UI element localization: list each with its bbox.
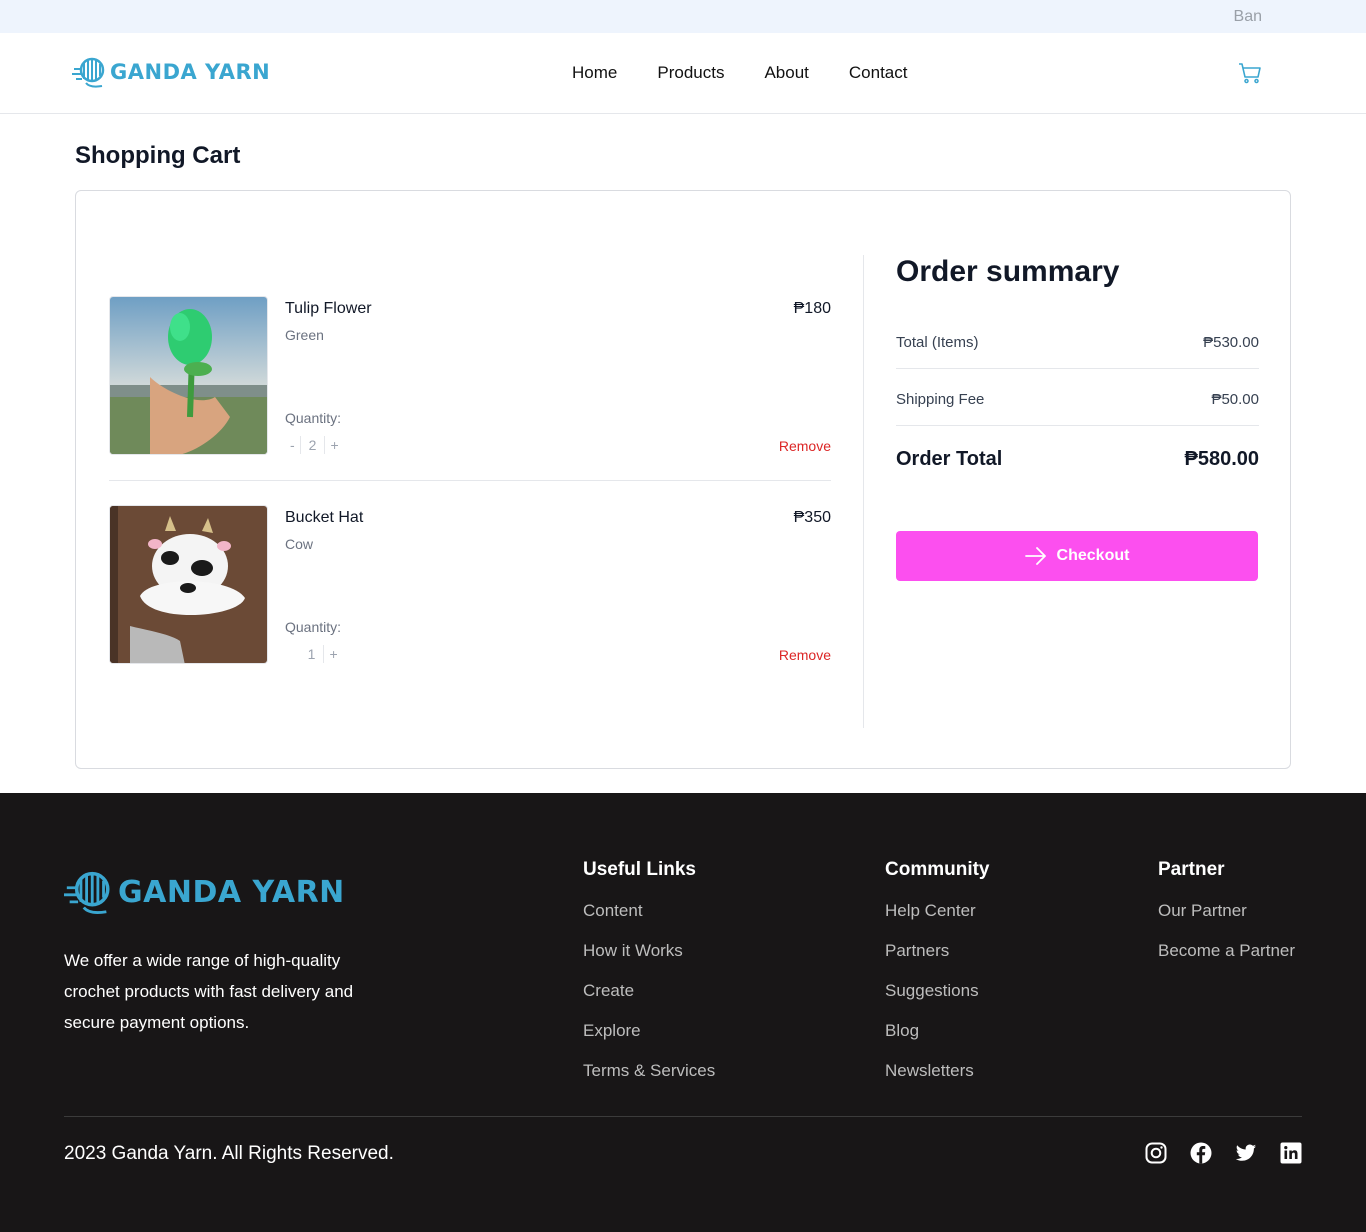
footer-column-useful-links: Useful Links Content How it Works Create…: [583, 859, 715, 1101]
panel-divider: [863, 255, 864, 728]
instagram-icon[interactable]: [1145, 1142, 1167, 1164]
increase-quantity-button[interactable]: +: [324, 645, 342, 663]
footer-link[interactable]: How it Works: [583, 941, 715, 981]
nav-contact[interactable]: Contact: [849, 63, 908, 83]
brand-logo[interactable]: GANDA YARN: [72, 55, 270, 89]
copyright-text: 2023 Ganda Yarn. All Rights Reserved.: [64, 1143, 394, 1164]
increase-quantity-button[interactable]: +: [325, 436, 343, 454]
footer-link[interactable]: Partners: [885, 941, 990, 981]
quantity-label: Quantity:: [285, 619, 342, 635]
top-bar: Ban: [0, 0, 1366, 33]
arrow-right-icon: [1024, 547, 1046, 565]
nav-products[interactable]: Products: [657, 63, 724, 83]
product-image-bucket-hat[interactable]: [109, 505, 268, 664]
item-variant: Green: [285, 327, 324, 343]
item-variant: Cow: [285, 536, 314, 552]
checkout-button[interactable]: Checkout: [896, 531, 1258, 581]
footer-column-title: Community: [885, 859, 990, 880]
product-image-tulip-flower[interactable]: [109, 296, 268, 455]
nav-home[interactable]: Home: [572, 63, 617, 83]
footer-link[interactable]: Suggestions: [885, 981, 990, 1021]
shopping-cart-icon[interactable]: [1238, 62, 1262, 84]
social-links: [1145, 1142, 1302, 1164]
quantity-stepper: - 2 +: [285, 436, 344, 454]
footer-link[interactable]: Our Partner: [1158, 901, 1295, 941]
footer-link[interactable]: Newsletters: [885, 1061, 990, 1101]
footer-brand-name: GANDA YARN: [118, 874, 345, 910]
quantity-label: Quantity:: [285, 410, 342, 426]
footer-description: We offer a wide range of high-quality cr…: [64, 951, 354, 1032]
order-summary-title: Order summary: [896, 255, 1120, 288]
twitter-icon[interactable]: [1235, 1142, 1257, 1164]
quantity-stepper: - 1 +: [285, 645, 343, 663]
remove-item-button[interactable]: Remove: [779, 438, 831, 454]
yarn-ball-icon: [72, 57, 105, 88]
item-name: Bucket Hat: [285, 509, 364, 526]
brand-name: GANDA YARN: [110, 60, 271, 84]
footer-link[interactable]: Explore: [583, 1021, 715, 1061]
footer-link[interactable]: Terms & Services: [583, 1061, 715, 1101]
footer-link[interactable]: Become a Partner: [1158, 941, 1295, 981]
order-total-label: Order Total: [896, 448, 1003, 470]
total-items-label: Total (Items): [896, 334, 979, 351]
footer-link[interactable]: Help Center: [885, 901, 990, 941]
page-title: Shopping Cart: [75, 142, 241, 169]
linkedin-icon[interactable]: [1280, 1142, 1302, 1164]
remove-item-button[interactable]: Remove: [779, 647, 831, 663]
footer-column-community: Community Help Center Partners Suggestio…: [885, 859, 990, 1101]
order-total-row: Order Total ₱580.00: [896, 426, 1259, 483]
footer-divider: [64, 1116, 1302, 1117]
shipping-fee-row: Shipping Fee ₱50.00: [896, 369, 1259, 426]
order-summary: Order summary Total (Items) ₱530.00 Ship…: [896, 255, 1259, 581]
shipping-fee-label: Shipping Fee: [896, 391, 985, 408]
cart-item: Tulip Flower Green ₱180 Quantity: - 2 + …: [109, 296, 831, 481]
quantity-value[interactable]: 1: [300, 645, 325, 663]
total-items-value: ₱530.00: [1203, 334, 1259, 351]
nav-about[interactable]: About: [764, 63, 808, 83]
nav-menu: Home Products About Contact: [572, 63, 907, 83]
footer-column-partner: Partner Our Partner Become a Partner: [1158, 859, 1295, 981]
quantity-value[interactable]: 2: [299, 436, 326, 454]
footer-column-title: Useful Links: [583, 859, 696, 880]
footer-brand-logo[interactable]: GANDA YARN: [64, 868, 345, 916]
item-price: ₱350: [793, 509, 831, 526]
decrease-quantity-button[interactable]: -: [285, 436, 300, 454]
facebook-icon[interactable]: [1190, 1142, 1212, 1164]
footer-link[interactable]: Content: [583, 901, 715, 941]
total-items-row: Total (Items) ₱530.00: [896, 312, 1259, 369]
item-price: ₱180: [793, 300, 831, 317]
user-name[interactable]: Ban: [1234, 8, 1262, 26]
shipping-fee-value: ₱50.00: [1211, 391, 1259, 408]
footer-link[interactable]: Create: [583, 981, 715, 1021]
cart-item: Bucket Hat Cow ₱350 Quantity: - 1 + Remo…: [109, 505, 831, 665]
item-name: Tulip Flower: [285, 300, 372, 317]
footer-column-title: Partner: [1158, 859, 1225, 880]
checkout-label: Checkout: [1056, 547, 1130, 564]
footer-link[interactable]: Blog: [885, 1021, 990, 1061]
main-navbar: GANDA YARN Home Products About Contact: [0, 33, 1366, 114]
cart-panel: Tulip Flower Green ₱180 Quantity: - 2 + …: [75, 190, 1291, 769]
order-total-value: ₱580.00: [1184, 448, 1259, 470]
yarn-ball-icon: [64, 871, 110, 914]
site-footer: GANDA YARN We offer a wide range of high…: [0, 793, 1366, 1232]
